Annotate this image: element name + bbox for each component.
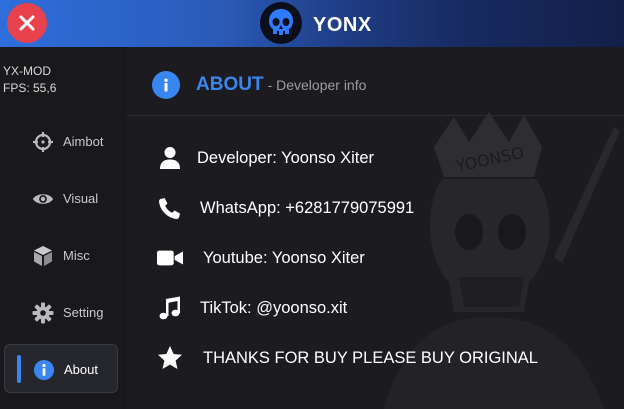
close-button[interactable]: [7, 3, 47, 43]
info-icon: [33, 359, 55, 381]
sidebar-item-aimbot[interactable]: Aimbot: [4, 117, 118, 166]
section-subtitle: - Developer info: [267, 77, 367, 93]
title-bar: YONX: [0, 0, 624, 47]
row-text: Youtube: Yoonso Xiter: [203, 248, 365, 267]
sidebar-item-label: Visual: [63, 191, 99, 206]
sidebar-item-setting[interactable]: Setting: [4, 288, 118, 337]
sidebar-item-label: Misc: [63, 248, 90, 263]
info-icon: [152, 71, 180, 99]
sidebar: YX-MOD FPS: 55,6 Aimbot Visual Misc Sett…: [0, 47, 127, 409]
star-icon: [157, 345, 183, 371]
sidebar-item-visual[interactable]: Visual: [4, 174, 118, 223]
row-text: WhatsApp: +6281779075991: [200, 198, 415, 217]
row-text: Developer: Yoonso Xiter: [197, 148, 375, 167]
app-brand: YONX: [313, 14, 372, 36]
close-icon: [19, 15, 35, 31]
row-text: THANKS FOR BUY PLEASE BUY ORIGINAL: [203, 348, 538, 367]
info-row-developer: Developer: Yoonso Xiter: [157, 145, 374, 171]
divider: [127, 115, 624, 116]
info-row-thanks: THANKS FOR BUY PLEASE BUY ORIGINAL: [157, 345, 538, 371]
music-icon: [157, 295, 183, 321]
active-indicator: [17, 355, 21, 383]
phone-icon: [157, 195, 183, 221]
sidebar-item-about[interactable]: About: [4, 344, 118, 393]
sidebar-item-label: About: [64, 362, 98, 377]
about-panel: YOONSO ABOUT - Developer info Developer:…: [127, 47, 624, 409]
info-row-youtube: Youtube: Yoonso Xiter: [157, 245, 365, 271]
info-row-whatsapp: WhatsApp: +6281779075991: [157, 195, 414, 221]
fps-counter: FPS: 55,6: [3, 81, 57, 95]
sidebar-item-misc[interactable]: Misc: [4, 231, 118, 280]
video-icon: [157, 245, 183, 271]
sidebar-item-label: Aimbot: [63, 134, 104, 149]
cube-icon: [32, 245, 54, 267]
crosshair-icon: [32, 131, 54, 153]
user-icon: [157, 145, 183, 171]
app-info: YX-MOD FPS: 55,6: [3, 63, 56, 97]
row-text: TikTok: @yoonso.xit: [200, 298, 348, 317]
app-name: YX-MOD: [3, 64, 51, 78]
section-header: ABOUT - Developer info: [152, 71, 366, 99]
gear-icon: [32, 302, 54, 324]
section-title: ABOUT: [196, 74, 264, 95]
info-row-tiktok: TikTok: @yoonso.xit: [157, 295, 347, 321]
skull-logo: [260, 2, 302, 44]
eye-icon: [32, 188, 54, 210]
sidebar-item-label: Setting: [63, 305, 104, 320]
